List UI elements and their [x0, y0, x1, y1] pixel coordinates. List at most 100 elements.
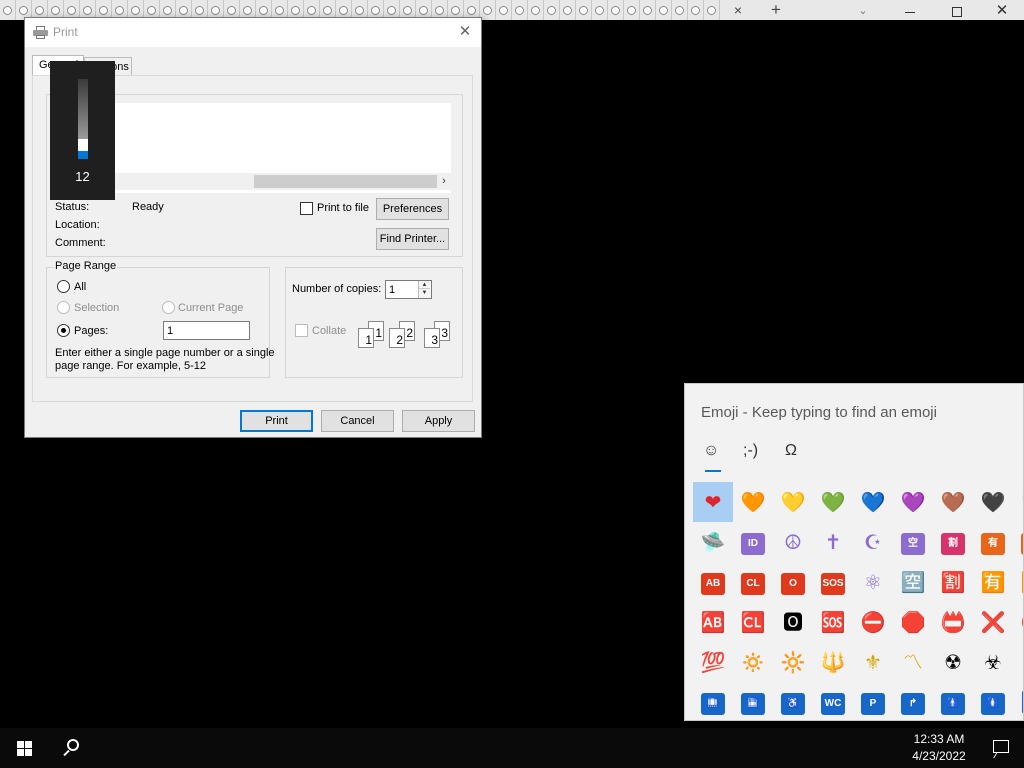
start-button[interactable]: [0, 728, 48, 768]
print-to-file-checkbox[interactable]: [300, 202, 313, 215]
emoji-cell[interactable]: 〽: [893, 642, 933, 682]
apply-button[interactable]: Apply: [402, 410, 475, 432]
bookmark-favicon-icon[interactable]: [528, 0, 544, 20]
bookmark-favicon-icon[interactable]: [688, 0, 704, 20]
emoji-cell[interactable]: ❌: [973, 602, 1013, 642]
emoji-cell[interactable]: 🤍: [1013, 482, 1023, 522]
bookmark-favicon-icon[interactable]: [672, 0, 688, 20]
print-to-file-label[interactable]: Print to file: [317, 202, 369, 214]
emoji-cell[interactable]: ⚛: [853, 562, 893, 602]
emoji-cell[interactable]: 💛: [773, 482, 813, 522]
tab-list-dropdown-icon[interactable]: ⌄: [852, 2, 874, 20]
bookmark-favicon-icon[interactable]: [608, 0, 624, 20]
dialog-titlebar[interactable]: Print ✕: [25, 18, 481, 47]
emoji-cell[interactable]: CL: [733, 562, 773, 602]
new-tab-button[interactable]: +: [765, 1, 787, 20]
copies-spinner[interactable]: ▲ ▼: [418, 281, 430, 298]
slider-track[interactable]: [78, 79, 88, 159]
emoji-cell[interactable]: 🧡: [733, 482, 773, 522]
bookmark-favicon-icon[interactable]: [496, 0, 512, 20]
restore-window-button[interactable]: [944, 2, 968, 20]
emoji-cell[interactable]: 💯: [693, 642, 733, 682]
emoji-cell[interactable]: 🈹: [933, 562, 973, 602]
all-pages-label[interactable]: All: [74, 281, 86, 293]
emoji-cell[interactable]: ⛔: [853, 602, 893, 642]
emoji-cell[interactable]: ↱: [893, 682, 933, 720]
bookmark-favicon-icon[interactable]: [576, 0, 592, 20]
emoji-cell[interactable]: 💙: [853, 482, 893, 522]
bookmark-favicon-icon[interactable]: [640, 0, 656, 20]
bookmark-favicon-icon[interactable]: [592, 0, 608, 20]
emoji-cell[interactable]: 🆑: [733, 602, 773, 642]
emoji-cell[interactable]: ⚠: [1013, 642, 1023, 682]
emoji-cell[interactable]: 🅾: [773, 602, 813, 642]
emoji-cell[interactable]: AB: [693, 562, 733, 602]
emoji-cell[interactable]: ❤: [693, 482, 733, 522]
emoji-cell[interactable]: [1013, 522, 1023, 562]
scroll-right-arrow-icon[interactable]: ›: [437, 173, 451, 190]
emoji-cell[interactable]: 🛄: [693, 682, 733, 720]
emoji-cell[interactable]: 🈚: [1013, 562, 1023, 602]
minimize-window-button[interactable]: [898, 2, 922, 20]
preferences-button[interactable]: Preferences: [376, 198, 449, 220]
emoji-cell[interactable]: 💚: [813, 482, 853, 522]
current-page-radio[interactable]: [162, 301, 175, 314]
emoji-cell[interactable]: ☣: [973, 642, 1013, 682]
print-button[interactable]: Print: [240, 410, 313, 432]
bookmark-favicon-icon[interactable]: [560, 0, 576, 20]
spin-down-icon[interactable]: ▼: [419, 289, 430, 297]
emoji-cell[interactable]: ✝: [813, 522, 853, 562]
emoji-cell[interactable]: 割: [933, 522, 973, 562]
pages-label[interactable]: Pages:: [74, 325, 108, 337]
emoji-cell[interactable]: 🈶: [973, 562, 1013, 602]
current-page-label[interactable]: Current Page: [178, 302, 243, 314]
spin-up-icon[interactable]: ▲: [419, 281, 430, 289]
emoji-cell[interactable]: WC: [813, 682, 853, 720]
bookmark-favicon-icon[interactable]: [512, 0, 528, 20]
emoji-cell[interactable]: P: [853, 682, 893, 720]
cancel-button[interactable]: Cancel: [321, 410, 394, 432]
selection-label[interactable]: Selection: [74, 302, 119, 314]
emoji-cell[interactable]: 🤎: [933, 482, 973, 522]
notification-center-button[interactable]: [980, 728, 1024, 768]
emoji-cell[interactable]: 🖤: [973, 482, 1013, 522]
bookmark-favicon-icon[interactable]: [656, 0, 672, 20]
clock-time[interactable]: 12:33 AM: [898, 732, 980, 746]
emoji-cell[interactable]: ♿: [773, 682, 813, 720]
emoji-cell[interactable]: O: [773, 562, 813, 602]
emoji-cell[interactable]: 🆎: [693, 602, 733, 642]
emoji-cell[interactable]: SOS: [813, 562, 853, 602]
emoji-cell[interactable]: ⚜: [853, 642, 893, 682]
emoji-cell[interactable]: 📛: [933, 602, 973, 642]
collate-checkbox[interactable]: [295, 324, 308, 337]
bookmark-favicon-icon[interactable]: [480, 0, 496, 20]
search-button[interactable]: [48, 728, 96, 768]
printer-list-scrollbar[interactable]: ›: [57, 173, 451, 190]
emoji-cell[interactable]: 🔆: [773, 642, 813, 682]
pages-input[interactable]: 1: [163, 321, 250, 340]
slider-thumb[interactable]: [78, 139, 88, 151]
emoji-cell[interactable]: 🈳: [893, 562, 933, 602]
emoji-cell[interactable]: ⭕: [1013, 602, 1023, 642]
bookmark-favicon-icon[interactable]: [544, 0, 560, 20]
emoji-tab-icon[interactable]: ☺: [703, 442, 719, 460]
emoji-cell[interactable]: ID: [733, 522, 773, 562]
emoji-cell[interactable]: 🚹: [933, 682, 973, 720]
find-printer-button[interactable]: Find Printer...: [376, 228, 449, 250]
close-window-button[interactable]: ✕: [990, 2, 1014, 20]
bookmark-favicon-icon[interactable]: [624, 0, 640, 20]
emoji-cell[interactable]: 💜: [893, 482, 933, 522]
emoji-cell[interactable]: 🆘: [813, 602, 853, 642]
emoji-cell[interactable]: ☢: [933, 642, 973, 682]
emoji-cell[interactable]: 有: [973, 522, 1013, 562]
emoji-cell[interactable]: 🛸: [693, 522, 733, 562]
pages-radio[interactable]: [57, 324, 70, 337]
emoji-cell[interactable]: 空: [893, 522, 933, 562]
selection-radio[interactable]: [57, 301, 70, 314]
symbols-tab-icon[interactable]: Ω: [785, 442, 797, 460]
emoji-cell[interactable]: 🔱: [813, 642, 853, 682]
kaomoji-tab-icon[interactable]: ;-): [743, 442, 758, 460]
dialog-close-button[interactable]: ✕: [455, 23, 475, 41]
clock-date[interactable]: 4/23/2022: [898, 749, 980, 763]
emoji-cell[interactable]: 🚼: [1013, 682, 1023, 720]
